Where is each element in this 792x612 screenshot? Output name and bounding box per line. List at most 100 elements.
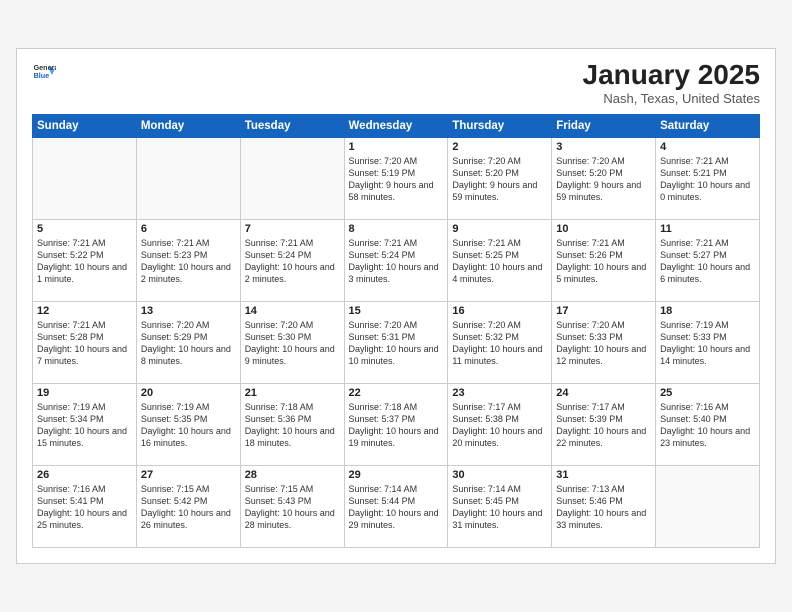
day-info: Sunrise: 7:13 AM Sunset: 5:46 PM Dayligh… xyxy=(556,483,651,532)
day-number: 1 xyxy=(349,141,444,153)
day-info: Sunrise: 7:21 AM Sunset: 5:23 PM Dayligh… xyxy=(141,237,236,286)
day-cell: 12 Sunrise: 7:21 AM Sunset: 5:28 PM Dayli… xyxy=(33,302,137,384)
day-cell: 13Sunrise: 7:20 AM Sunset: 5:29 PM Dayli… xyxy=(136,302,240,384)
day-cell: 8 Sunrise: 7:21 AM Sunset: 5:24 PM Daylig… xyxy=(344,220,448,302)
day-cell: 10 Sunrise: 7:21 AM Sunset: 5:26 PM Dayli… xyxy=(552,220,656,302)
day-number: 14 xyxy=(245,305,340,317)
day-cell: 28 Sunrise: 7:15 AM Sunset: 5:43 PM Dayli… xyxy=(240,466,344,548)
day-info: Sunrise: 7:18 AM Sunset: 5:37 PM Dayligh… xyxy=(349,401,444,450)
day-info: Sunrise: 7:21 AM Sunset: 5:22 PM Dayligh… xyxy=(37,237,132,286)
day-cell: 20 Sunrise: 7:19 AM Sunset: 5:35 PM Dayli… xyxy=(136,384,240,466)
day-cell: 6 Sunrise: 7:21 AM Sunset: 5:23 PM Daylig… xyxy=(136,220,240,302)
day-number: 16 xyxy=(452,305,547,317)
day-info: Sunrise: 7:20 AM Sunset: 5:29 PM Dayligh… xyxy=(141,319,236,368)
day-number: 10 xyxy=(556,223,651,235)
day-cell: 1 Sunrise: 7:20 AM Sunset: 5:19 PM Daylig… xyxy=(344,138,448,220)
month-title: January 2025 xyxy=(583,59,760,91)
day-number: 31 xyxy=(556,469,651,481)
week-row-1: 5 Sunrise: 7:21 AM Sunset: 5:22 PM Daylig… xyxy=(33,220,760,302)
day-cell xyxy=(33,138,137,220)
day-cell: 22Sunrise: 7:18 AM Sunset: 5:37 PM Dayli… xyxy=(344,384,448,466)
day-cell: 7Sunrise: 7:21 AM Sunset: 5:24 PM Daylig… xyxy=(240,220,344,302)
week-row-2: 12 Sunrise: 7:21 AM Sunset: 5:28 PM Dayli… xyxy=(33,302,760,384)
day-info: Sunrise: 7:16 AM Sunset: 5:41 PM Dayligh… xyxy=(37,483,132,532)
day-number: 3 xyxy=(556,141,651,153)
weekday-header-monday: Monday xyxy=(136,115,240,138)
day-info: Sunrise: 7:19 AM Sunset: 5:33 PM Dayligh… xyxy=(660,319,755,368)
weekday-header-thursday: Thursday xyxy=(448,115,552,138)
day-cell: 2 Sunrise: 7:20 AM Sunset: 5:20 PM Daylig… xyxy=(448,138,552,220)
week-row-3: 19 Sunrise: 7:19 AM Sunset: 5:34 PM Dayli… xyxy=(33,384,760,466)
weekday-header-saturday: Saturday xyxy=(656,115,760,138)
day-number: 26 xyxy=(37,469,132,481)
day-cell: 27 Sunrise: 7:15 AM Sunset: 5:42 PM Dayli… xyxy=(136,466,240,548)
day-cell: 3Sunrise: 7:20 AM Sunset: 5:20 PM Daylig… xyxy=(552,138,656,220)
day-info: Sunrise: 7:21 AM Sunset: 5:26 PM Dayligh… xyxy=(556,237,651,286)
day-number: 6 xyxy=(141,223,236,235)
day-number: 20 xyxy=(141,387,236,399)
day-number: 17 xyxy=(556,305,651,317)
calendar-container: General Blue January 2025 Nash, Texas, U… xyxy=(16,48,776,564)
day-number: 28 xyxy=(245,469,340,481)
day-cell: 18Sunrise: 7:19 AM Sunset: 5:33 PM Dayli… xyxy=(656,302,760,384)
day-number: 27 xyxy=(141,469,236,481)
svg-text:Blue: Blue xyxy=(34,71,50,80)
day-info: Sunrise: 7:19 AM Sunset: 5:34 PM Dayligh… xyxy=(37,401,132,450)
day-info: Sunrise: 7:16 AM Sunset: 5:40 PM Dayligh… xyxy=(660,401,755,450)
day-cell: 29Sunrise: 7:14 AM Sunset: 5:44 PM Dayli… xyxy=(344,466,448,548)
day-cell xyxy=(240,138,344,220)
day-number: 24 xyxy=(556,387,651,399)
logo: General Blue xyxy=(32,59,56,83)
title-block: January 2025 Nash, Texas, United States xyxy=(583,59,760,106)
logo-icon: General Blue xyxy=(32,59,56,83)
day-info: Sunrise: 7:21 AM Sunset: 5:27 PM Dayligh… xyxy=(660,237,755,286)
day-cell: 21Sunrise: 7:18 AM Sunset: 5:36 PM Dayli… xyxy=(240,384,344,466)
day-number: 23 xyxy=(452,387,547,399)
day-cell: 23Sunrise: 7:17 AM Sunset: 5:38 PM Dayli… xyxy=(448,384,552,466)
day-info: Sunrise: 7:21 AM Sunset: 5:21 PM Dayligh… xyxy=(660,155,755,204)
header: General Blue January 2025 Nash, Texas, U… xyxy=(32,59,760,106)
day-info: Sunrise: 7:14 AM Sunset: 5:45 PM Dayligh… xyxy=(452,483,547,532)
day-info: Sunrise: 7:20 AM Sunset: 5:30 PM Dayligh… xyxy=(245,319,340,368)
day-number: 30 xyxy=(452,469,547,481)
day-info: Sunrise: 7:15 AM Sunset: 5:43 PM Dayligh… xyxy=(245,483,340,532)
day-info: Sunrise: 7:19 AM Sunset: 5:35 PM Dayligh… xyxy=(141,401,236,450)
weekday-header-wednesday: Wednesday xyxy=(344,115,448,138)
day-info: Sunrise: 7:20 AM Sunset: 5:20 PM Dayligh… xyxy=(452,155,547,204)
day-number: 5 xyxy=(37,223,132,235)
day-cell: 24 Sunrise: 7:17 AM Sunset: 5:39 PM Dayli… xyxy=(552,384,656,466)
day-number: 19 xyxy=(37,387,132,399)
day-info: Sunrise: 7:15 AM Sunset: 5:42 PM Dayligh… xyxy=(141,483,236,532)
day-cell: 15 Sunrise: 7:20 AM Sunset: 5:31 PM Dayli… xyxy=(344,302,448,384)
day-cell: 14 Sunrise: 7:20 AM Sunset: 5:30 PM Dayli… xyxy=(240,302,344,384)
week-row-0: 1 Sunrise: 7:20 AM Sunset: 5:19 PM Daylig… xyxy=(33,138,760,220)
day-number: 4 xyxy=(660,141,755,153)
day-info: Sunrise: 7:20 AM Sunset: 5:31 PM Dayligh… xyxy=(349,319,444,368)
day-cell xyxy=(656,466,760,548)
day-info: Sunrise: 7:21 AM Sunset: 5:24 PM Dayligh… xyxy=(245,237,340,286)
day-info: Sunrise: 7:20 AM Sunset: 5:19 PM Dayligh… xyxy=(349,155,444,204)
location: Nash, Texas, United States xyxy=(583,91,760,106)
day-cell xyxy=(136,138,240,220)
day-info: Sunrise: 7:20 AM Sunset: 5:33 PM Dayligh… xyxy=(556,319,651,368)
day-number: 15 xyxy=(349,305,444,317)
day-number: 8 xyxy=(349,223,444,235)
day-number: 12 xyxy=(37,305,132,317)
day-cell: 11 Sunrise: 7:21 AM Sunset: 5:27 PM Dayli… xyxy=(656,220,760,302)
day-number: 25 xyxy=(660,387,755,399)
day-info: Sunrise: 7:21 AM Sunset: 5:25 PM Dayligh… xyxy=(452,237,547,286)
day-info: Sunrise: 7:21 AM Sunset: 5:24 PM Dayligh… xyxy=(349,237,444,286)
day-cell: 19 Sunrise: 7:19 AM Sunset: 5:34 PM Dayli… xyxy=(33,384,137,466)
day-cell: 9Sunrise: 7:21 AM Sunset: 5:25 PM Daylig… xyxy=(448,220,552,302)
day-cell: 5 Sunrise: 7:21 AM Sunset: 5:22 PM Daylig… xyxy=(33,220,137,302)
day-cell: 26 Sunrise: 7:16 AM Sunset: 5:41 PM Dayli… xyxy=(33,466,137,548)
day-info: Sunrise: 7:21 AM Sunset: 5:28 PM Dayligh… xyxy=(37,319,132,368)
day-number: 2 xyxy=(452,141,547,153)
day-number: 11 xyxy=(660,223,755,235)
weekday-header-row: SundayMondayTuesdayWednesdayThursdayFrid… xyxy=(33,115,760,138)
day-info: Sunrise: 7:14 AM Sunset: 5:44 PM Dayligh… xyxy=(349,483,444,532)
week-row-4: 26 Sunrise: 7:16 AM Sunset: 5:41 PM Dayli… xyxy=(33,466,760,548)
day-cell: 17 Sunrise: 7:20 AM Sunset: 5:33 PM Dayli… xyxy=(552,302,656,384)
day-info: Sunrise: 7:17 AM Sunset: 5:39 PM Dayligh… xyxy=(556,401,651,450)
day-info: Sunrise: 7:18 AM Sunset: 5:36 PM Dayligh… xyxy=(245,401,340,450)
